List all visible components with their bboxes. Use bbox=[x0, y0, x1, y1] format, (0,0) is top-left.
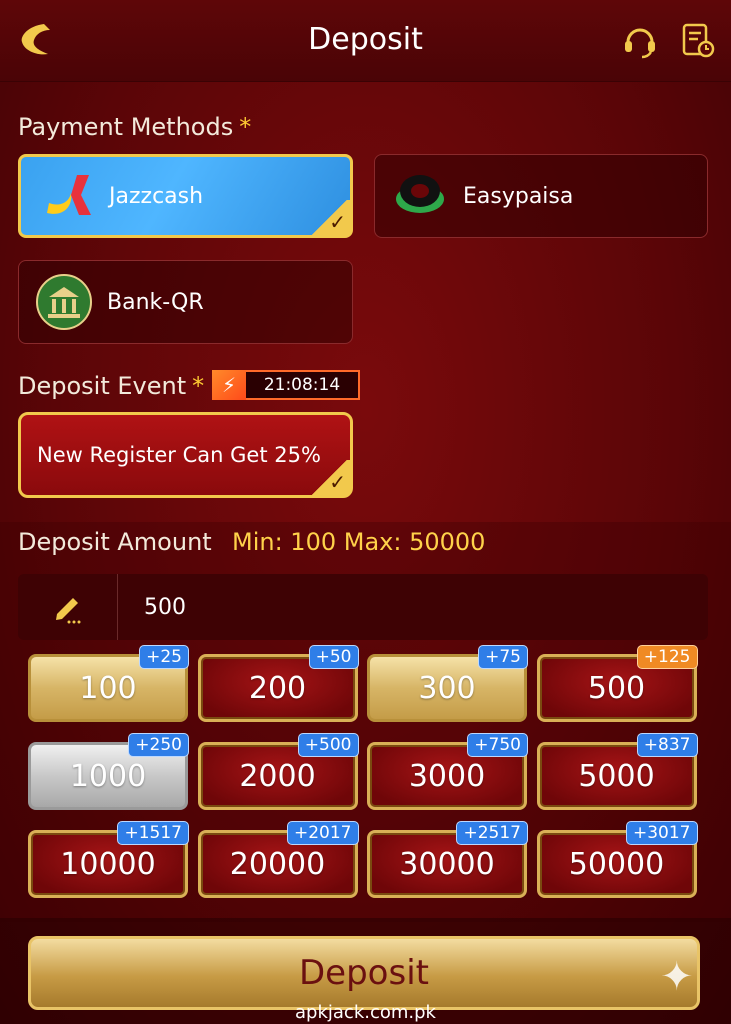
bonus-badge: +837 bbox=[636, 733, 698, 757]
bonus-badge: +50 bbox=[308, 645, 359, 669]
amount-input[interactable] bbox=[118, 594, 618, 620]
amount-chip[interactable]: 5000 +837 bbox=[536, 733, 698, 810]
pencil-icon bbox=[55, 598, 80, 624]
sparkle-icon: ✦ bbox=[660, 954, 694, 1000]
chip-amount: 1000 bbox=[69, 758, 147, 794]
jazzcash-logo-icon bbox=[47, 175, 91, 215]
amount-chip[interactable]: 2000 +500 bbox=[197, 733, 359, 810]
chip-amount: 10000 bbox=[60, 846, 156, 882]
payment-option-bank-qr[interactable]: Bank-QR bbox=[18, 260, 353, 344]
records-button[interactable] bbox=[678, 20, 718, 60]
event-countdown: ⚡ 21:08:14 bbox=[212, 370, 360, 400]
bonus-badge: +25 bbox=[139, 645, 189, 669]
amount-chip[interactable]: 1000 +250 bbox=[28, 733, 189, 810]
chip-amount: 5000 bbox=[578, 758, 655, 794]
chip-amount: 200 bbox=[248, 670, 307, 706]
required-mark: * bbox=[239, 113, 252, 141]
bonus-badge: +500 bbox=[297, 733, 359, 757]
amount-chip[interactable]: 200 +50 bbox=[197, 645, 359, 722]
bank-logo-icon bbox=[36, 274, 92, 330]
lightning-icon: ⚡ bbox=[212, 370, 246, 400]
selected-check: ✓ bbox=[307, 460, 351, 496]
chip-amount: 300 bbox=[418, 670, 476, 706]
chip-amount: 100 bbox=[79, 670, 137, 706]
amount-chip-grid: 100 +25 200 +50 300 +75 500 +125 1000 +250 2000 +50… bbox=[28, 645, 700, 904]
edit-button[interactable] bbox=[18, 574, 118, 640]
records-icon bbox=[682, 23, 715, 58]
amount-chip[interactable]: 30000 +2517 bbox=[367, 821, 528, 898]
easypaisa-logo-icon bbox=[396, 175, 444, 213]
amount-chip[interactable]: 300 +75 bbox=[367, 645, 528, 722]
deposit-event-option[interactable]: New Register Can Get 25% ✓ bbox=[18, 412, 353, 498]
header-bar: Deposit bbox=[0, 0, 731, 82]
min-max-limits: Min: 100 Max: 50000 bbox=[232, 528, 486, 556]
payment-option-label: Jazzcash bbox=[109, 183, 204, 209]
bonus-badge: +750 bbox=[467, 733, 528, 757]
chip-amount: 20000 bbox=[229, 846, 326, 882]
chip-amount: 2000 bbox=[239, 758, 316, 794]
bonus-badge: +2017 bbox=[286, 821, 359, 845]
bonus-badge: +250 bbox=[128, 733, 189, 757]
payment-option-jazzcash[interactable]: Jazzcash ✓ bbox=[18, 154, 353, 238]
payment-option-label: Bank-QR bbox=[107, 289, 204, 315]
deposit-button[interactable]: Deposit bbox=[28, 936, 700, 1010]
amount-chip[interactable]: 50000 +3017 bbox=[536, 821, 698, 898]
payment-methods-label: Payment Methods * bbox=[18, 113, 252, 141]
selected-check: ✓ bbox=[307, 200, 351, 236]
amount-chip[interactable]: 100 +25 bbox=[28, 645, 189, 722]
amount-input-row bbox=[18, 574, 708, 640]
payment-option-label: Easypaisa bbox=[463, 183, 574, 209]
bonus-badge: +125 bbox=[636, 645, 698, 669]
chip-amount: 50000 bbox=[568, 846, 665, 882]
chip-amount: 500 bbox=[587, 670, 646, 706]
bonus-badge: +2517 bbox=[456, 821, 528, 845]
chip-amount: 3000 bbox=[408, 758, 486, 794]
amount-chip[interactable]: 3000 +750 bbox=[367, 733, 528, 810]
bonus-badge: +3017 bbox=[625, 821, 698, 845]
event-offer-text: New Register Can Get 25% bbox=[37, 443, 321, 467]
bonus-badge: +1517 bbox=[117, 821, 189, 845]
amount-chip[interactable]: 10000 +1517 bbox=[28, 821, 189, 898]
watermark: apkjack.com.pk bbox=[295, 1002, 436, 1023]
payment-option-easypaisa[interactable]: Easypaisa bbox=[374, 154, 708, 238]
required-mark: * bbox=[192, 372, 205, 400]
headset-icon bbox=[625, 28, 655, 59]
support-button[interactable] bbox=[620, 20, 660, 60]
chip-amount: 30000 bbox=[399, 846, 495, 882]
countdown-text: 21:08:14 bbox=[263, 375, 341, 395]
checkmark-icon: ✓ bbox=[329, 470, 346, 494]
deposit-amount-label: Deposit Amount bbox=[18, 528, 212, 556]
bonus-badge: +75 bbox=[478, 645, 528, 669]
amount-chip[interactable]: 500 +125 bbox=[536, 645, 698, 722]
amount-chip[interactable]: 20000 +2017 bbox=[197, 821, 359, 898]
deposit-event-label: Deposit Event * bbox=[18, 372, 205, 400]
checkmark-icon: ✓ bbox=[329, 210, 346, 234]
